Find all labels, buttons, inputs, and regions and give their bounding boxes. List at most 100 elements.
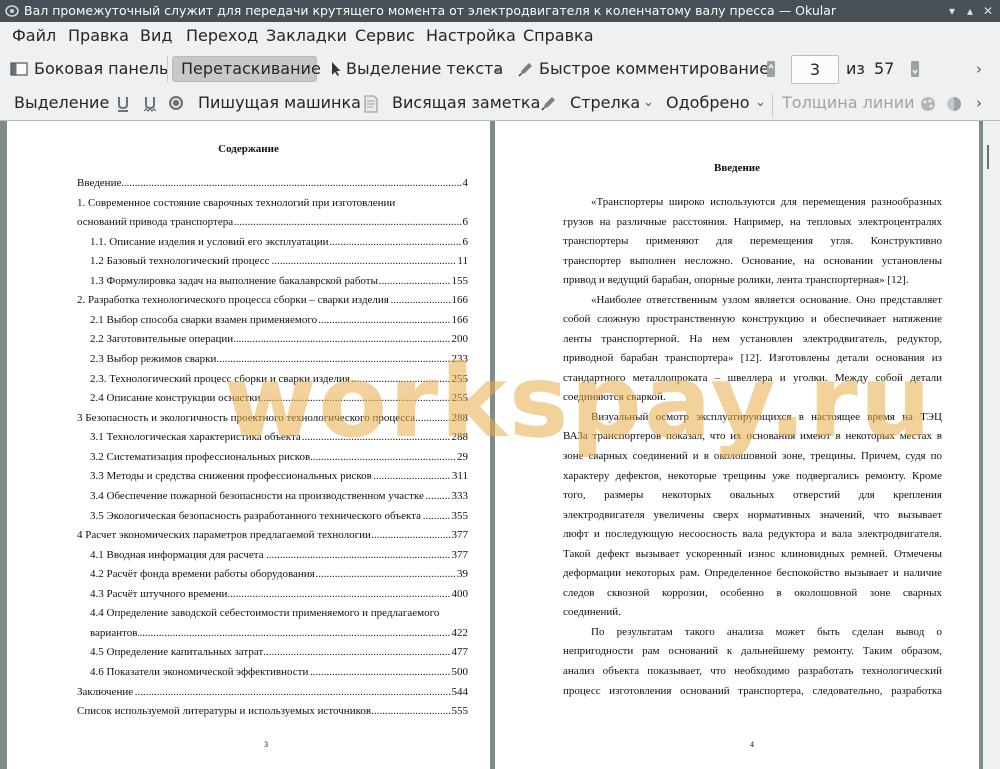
toc-entry-label: 3.3 Методы и средства снижения профессио…: [90, 469, 373, 483]
toc-entry-label: 1.3 Формулировка задач на выполнение бак…: [90, 274, 379, 288]
chevron-down-icon[interactable]: ⌄: [492, 56, 503, 82]
chevron-down-icon[interactable]: ⌄: [643, 90, 654, 116]
toc-entry[interactable]: ........................................…: [7, 587, 490, 601]
menu-settings[interactable]: Настройка: [426, 26, 516, 45]
sidebar-icon: [10, 62, 28, 76]
paragraph-line: приводной барабан транспортера» [12]. Из…: [563, 352, 942, 364]
menu-go[interactable]: Переход: [186, 26, 258, 45]
toc-entry[interactable]: ........................................…: [7, 352, 490, 366]
toc-entry[interactable]: ........................................…: [7, 254, 490, 268]
popup-note-button[interactable]: Висящая заметка: [392, 90, 540, 116]
color-icon[interactable]: [920, 96, 936, 112]
toc-entry-page: 39: [456, 567, 468, 581]
menu-file[interactable]: Файл: [12, 26, 56, 45]
typewriter-button[interactable]: Пишущая машинка: [198, 90, 361, 116]
stamp-icon[interactable]: [168, 95, 184, 111]
menu-tools[interactable]: Сервис: [355, 26, 415, 45]
underline-icon[interactable]: [116, 96, 130, 112]
toc-entry-text[interactable]: 1. Современное состояние сварочных техно…: [77, 196, 395, 210]
paragraph-line: люфт и последующую несоосность вала реду…: [563, 528, 942, 540]
highlight-button[interactable]: Выделение: [14, 90, 109, 116]
scrollbar-thumb[interactable]: [987, 145, 989, 169]
toc-entry[interactable]: ........................................…: [7, 372, 490, 386]
cursor-icon: [332, 62, 341, 76]
toc-entry[interactable]: ........................................…: [7, 626, 490, 640]
toc-entry[interactable]: ........................................…: [7, 548, 490, 562]
toc-entry-label: 2.4 Описание конструкции оснастки: [90, 391, 262, 405]
toolbar-overflow-icon[interactable]: ›: [976, 56, 982, 82]
text-select-button[interactable]: Выделение текста: [326, 56, 503, 82]
main-toolbar: Боковая панель Перетаскивание Выделение …: [0, 52, 1000, 86]
toc-entry-label: 4.2 Расчёт фонда времени работы оборудов…: [90, 567, 316, 581]
toc-entry[interactable]: ........................................…: [7, 235, 490, 249]
toc-entry[interactable]: ........................................…: [7, 293, 490, 307]
window-title: Вал промежуточный служит для передачи кр…: [24, 3, 837, 18]
toc-entry[interactable]: ........................................…: [7, 528, 490, 542]
document-view[interactable]: Содержание .............................…: [0, 120, 1000, 769]
sidebar-label: Боковая панель: [34, 59, 169, 78]
chevron-down-icon[interactable]: ⌄: [755, 90, 766, 116]
toc-entry[interactable]: ........................................…: [7, 450, 490, 464]
toc-entry-label: 3.5 Экологическая безопасность разработа…: [90, 509, 422, 523]
toc-entry-text[interactable]: 4.4 Определение заводской себестоимости …: [90, 606, 439, 620]
toc-entry[interactable]: ........................................…: [7, 313, 490, 327]
toc-entry[interactable]: ........................................…: [7, 274, 490, 288]
close-icon[interactable]: ✕: [980, 3, 996, 19]
toc-entry[interactable]: ........................................…: [7, 567, 490, 581]
line-width-button[interactable]: Толщина линии: [782, 90, 915, 116]
paragraph-line: грузов на различные расстояния. Например…: [563, 216, 942, 228]
quick-annotate-button[interactable]: Быстрое комментирование: [517, 56, 769, 82]
paragraph-line: стандартного металлопроката – швеллера и…: [563, 372, 942, 384]
drag-mode-button[interactable]: Перетаскивание: [172, 56, 321, 82]
approved-stamp-button[interactable]: Одобрено: [666, 90, 750, 116]
toc-entry[interactable]: ........................................…: [7, 215, 490, 229]
toc-entry[interactable]: ........................................…: [7, 332, 490, 346]
toc-entry[interactable]: ........................................…: [7, 645, 490, 659]
toc-entry-label: 3 Безопасность и экологичность проектног…: [77, 411, 417, 425]
paragraph-line: зоне сварных соединений и в околошовной …: [563, 450, 942, 462]
toc-entry[interactable]: ........................................…: [7, 665, 490, 679]
paragraph-line: деформации некоторых рам. Определенное б…: [563, 567, 942, 579]
vertical-scrollbar[interactable]: [983, 121, 1000, 769]
toc-entry[interactable]: ........................................…: [7, 509, 490, 523]
toc-entry-label: 2. Разработка технологического процесса …: [77, 293, 390, 307]
toc-entry[interactable]: ........................................…: [7, 489, 490, 503]
toc-entry[interactable]: ........................................…: [7, 411, 490, 425]
menu-help[interactable]: Справка: [523, 26, 594, 45]
toc-entry[interactable]: ........................................…: [7, 685, 490, 699]
toc-entry-page: 11: [456, 254, 468, 268]
page-number-input[interactable]: 3: [791, 55, 839, 84]
maximize-icon[interactable]: ▴: [962, 3, 978, 19]
paragraph-line: Визуальный осмотр эксплуатирующихся в на…: [591, 411, 942, 423]
next-page-icon[interactable]: [910, 60, 920, 78]
toc-entry[interactable]: ........................................…: [7, 469, 490, 483]
squiggly-underline-icon[interactable]: [143, 96, 157, 112]
toc-entry-page: 288: [450, 411, 468, 425]
toc-entry-label: 1.2 Базовый технологический процесс: [90, 254, 271, 268]
toc-entry-label: 3.2 Систематизация профессиональных риск…: [90, 450, 312, 464]
paragraph-line: соединяются сваркой.: [563, 391, 666, 403]
toc-entry[interactable]: ........................................…: [7, 176, 490, 190]
menu-bar: Файл Правка Вид Переход Закладки Сервис …: [0, 22, 1000, 50]
toc-entry-page: 377: [450, 548, 468, 562]
paragraph-line: привод и ведущий барабан, опорные ролики…: [563, 274, 909, 286]
sidebar-button[interactable]: Боковая панель: [6, 56, 169, 82]
minimize-icon[interactable]: ▾: [944, 3, 960, 19]
toc-entry[interactable]: ........................................…: [7, 430, 490, 444]
toc-entry[interactable]: ........................................…: [7, 391, 490, 405]
toc-entry-label: 4.6 Показатели экономической эффективнос…: [90, 665, 310, 679]
annotation-toolbar: Выделение Пишущая машинка Висящая заметк…: [0, 86, 1000, 120]
opacity-icon[interactable]: [946, 96, 962, 112]
toc-entry-label: Список используемой литературы и использ…: [77, 704, 373, 718]
menu-view[interactable]: Вид: [140, 26, 172, 45]
menu-bookmarks[interactable]: Закладки: [266, 26, 347, 45]
previous-page-icon[interactable]: [766, 60, 776, 78]
arrow-button[interactable]: Стрелка: [570, 90, 640, 116]
paragraph-line: ленты транспортерной. На нем установлен …: [563, 333, 942, 345]
introduction-title: Введение: [713, 162, 761, 174]
toolbar-overflow-icon[interactable]: ›: [976, 90, 982, 116]
toc-entry-label: 2.1 Выбор способа сварки взамен применяе…: [90, 313, 319, 327]
paragraph-line: «Наиболее ответственным узлом является о…: [591, 294, 942, 306]
toc-entry[interactable]: ........................................…: [7, 704, 490, 718]
menu-edit[interactable]: Правка: [68, 26, 129, 45]
